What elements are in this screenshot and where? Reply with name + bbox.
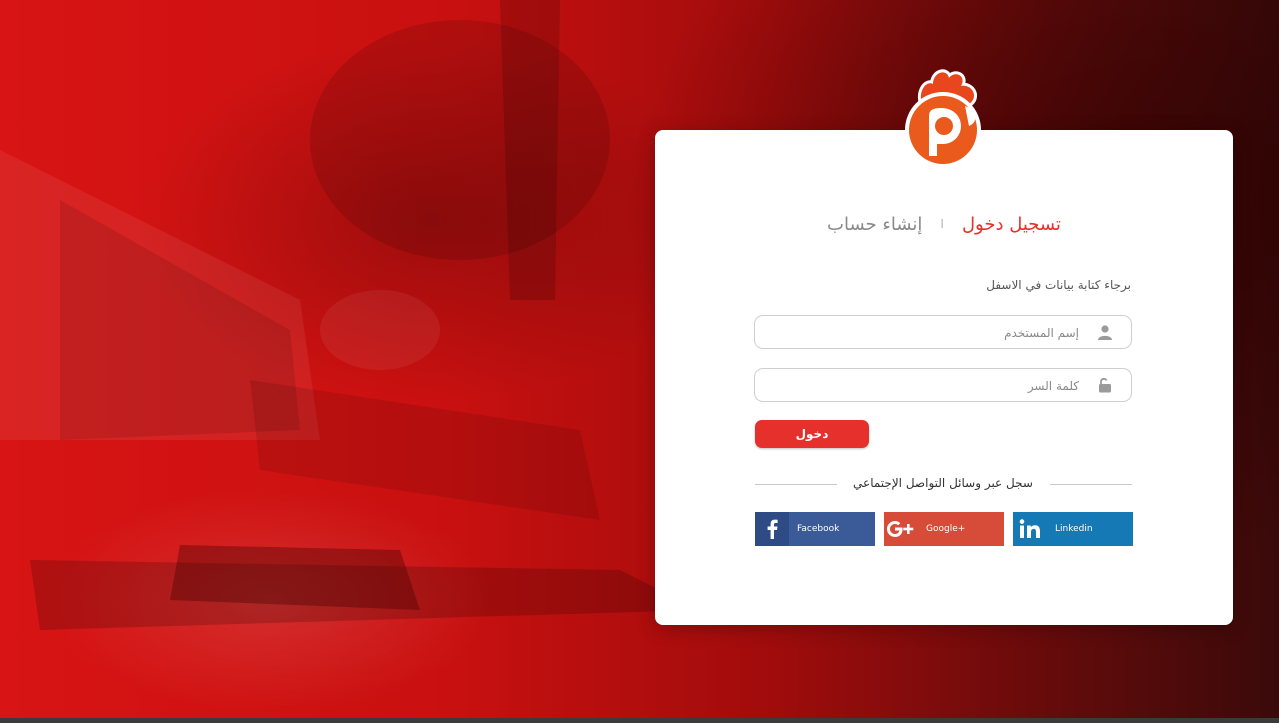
tab-register[interactable]: إنشاء حساب [827,214,922,235]
google-plus-icon [884,512,918,546]
tab-separator: I [940,217,944,231]
linkedin-label: Linkedin [1055,524,1093,534]
password-input[interactable] [777,369,1081,403]
social-heading: سجل عبر وسائل التواصل الإجتماعي [853,476,1033,490]
linkedin-button[interactable]: Linkedin [1013,512,1133,546]
tab-login[interactable]: تسجيل دخول [962,214,1061,235]
unlock-icon [1099,378,1111,393]
facebook-label: Facebook [797,524,840,534]
username-input[interactable] [777,316,1081,350]
facebook-button[interactable]: Facebook [755,512,875,546]
password-field-wrapper [754,368,1132,403]
facebook-icon [755,512,789,546]
divider-line-left [755,484,837,485]
login-button[interactable]: دخول [755,420,869,448]
bottom-bar [0,718,1279,723]
user-icon [1098,325,1112,340]
form-instructions: برجاء كتابة بيانات في الاسفل [986,278,1131,292]
google-plus-label: Google+ [926,524,966,534]
google-plus-button[interactable]: Google+ [884,512,1004,546]
rooster-p-logo [905,69,981,168]
username-field-wrapper [754,315,1132,350]
linkedin-icon [1013,512,1047,546]
divider-line-right [1050,484,1132,485]
auth-tabs: تسجيل دخول I إنشاء حساب [655,210,1233,238]
